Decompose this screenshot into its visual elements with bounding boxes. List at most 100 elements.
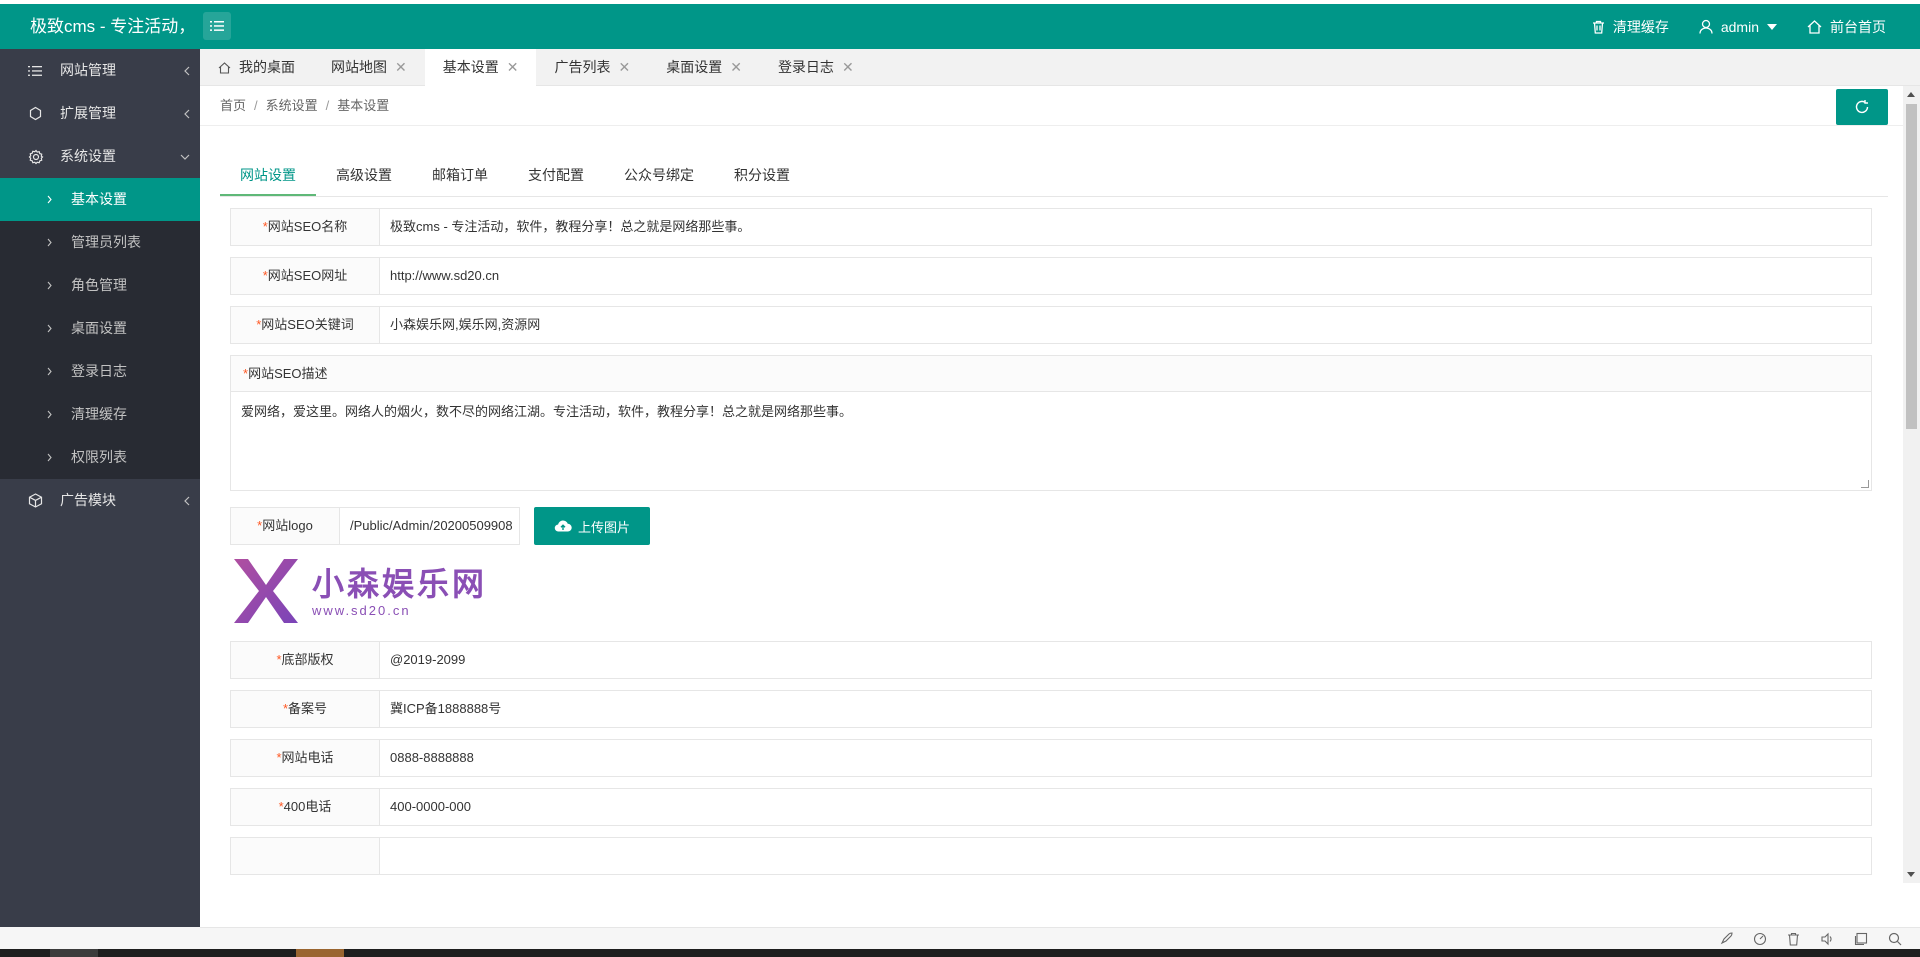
frontend-home-link[interactable]: 前台首页 [1807, 17, 1886, 37]
form-row-next-partial [230, 837, 1872, 875]
logo-path-input[interactable]: /Public/Admin/20200509908 [340, 507, 520, 545]
rocket-icon[interactable] [1719, 932, 1733, 946]
sidebar-sub-admin-list[interactable]: 管理员列表 [0, 221, 200, 264]
tab-login-log[interactable]: 登录日志 ✕ [760, 49, 872, 86]
taskbar-app-button[interactable] [50, 949, 98, 957]
close-icon[interactable]: ✕ [618, 49, 630, 86]
tab-payment-config[interactable]: 支付配置 [508, 155, 604, 196]
field-label: 网站SEO描述 [248, 366, 328, 381]
scroll-down-arrow-icon[interactable] [1907, 872, 1915, 877]
close-icon[interactable]: ✕ [730, 49, 742, 86]
speaker-icon[interactable] [1820, 932, 1834, 946]
top-header: 极致cms - 专注活动， 清理缓存 admin 前台首页 [0, 4, 1920, 49]
tab-desktop-settings[interactable]: 桌面设置 ✕ [648, 49, 760, 86]
sidebar-footer [0, 927, 200, 949]
tab-email-orders[interactable]: 邮箱订单 [412, 155, 508, 196]
form-row-icp: *备案号 冀ICP备1888888号 [230, 690, 1872, 728]
zoom-icon[interactable] [1888, 932, 1902, 946]
form-row-phone: *网站电话 0888-8888888 [230, 739, 1872, 777]
close-icon[interactable]: ✕ [842, 49, 854, 86]
chevron-right-icon [47, 281, 52, 290]
scroll-up-arrow-icon[interactable] [1907, 92, 1915, 97]
sidebar-sub-label: 基本设置 [71, 191, 127, 207]
form-row-logo: *网站logo /Public/Admin/20200509908 上传图片 [230, 507, 1872, 545]
sidebar-sub-label: 桌面设置 [71, 320, 127, 336]
tab-wechat-binding[interactable]: 公众号绑定 [604, 155, 714, 196]
tab-label: 基本设置 [442, 59, 499, 75]
logo-preview: 小森娱乐网 www.sd20.cn [230, 555, 1872, 627]
sidebar-item-ad-module[interactable]: 广告模块 [0, 479, 200, 522]
sidebar-sub-label: 角色管理 [71, 277, 127, 293]
chevron-right-icon [47, 238, 52, 247]
phone400-input[interactable]: 400-0000-000 [380, 788, 1872, 826]
sidebar-sub-clear-cache[interactable]: 清理缓存 [0, 393, 200, 436]
tab-sitemap[interactable]: 网站地图 ✕ [313, 49, 425, 86]
next-field-input[interactable] [380, 837, 1872, 875]
sidebar-sub-permission-list[interactable]: 权限列表 [0, 436, 200, 479]
gear-icon [28, 149, 44, 164]
chevron-right-icon [47, 195, 52, 204]
tab-points-settings[interactable]: 积分设置 [714, 155, 810, 196]
sidebar-sub-desktop-settings[interactable]: 桌面设置 [0, 307, 200, 350]
seo-desc-textarea[interactable]: 爱网络，爱这里。网络人的烟火，数不尽的网络江湖。专注活动，软件，教程分享！总之就… [231, 392, 1871, 490]
sidebar-item-system-settings[interactable]: 系统设置 [0, 135, 200, 178]
field-label: 备案号 [288, 701, 328, 716]
tab-basic-settings[interactable]: 基本设置 ✕ [424, 49, 537, 86]
vertical-scrollbar[interactable] [1903, 86, 1920, 883]
sidebar-item-site-management[interactable]: 网站管理 [0, 49, 200, 92]
scrollbar-thumb[interactable] [1906, 104, 1917, 429]
breadcrumb-system-settings[interactable]: 系统设置 [266, 98, 318, 113]
seo-url-input[interactable]: http://www.sd20.cn [380, 257, 1872, 295]
speedometer-icon[interactable] [1753, 932, 1767, 946]
icp-input[interactable]: 冀ICP备1888888号 [380, 690, 1872, 728]
browser-status-bar [200, 927, 1920, 949]
field-label: 网站SEO网址 [267, 268, 348, 283]
clear-cache-button[interactable]: 清理缓存 [1592, 17, 1669, 37]
sidebar-sub-login-log[interactable]: 登录日志 [0, 350, 200, 393]
window-icon[interactable] [1854, 932, 1868, 946]
phone-input[interactable]: 0888-8888888 [380, 739, 1872, 777]
tab-label: 广告列表 [554, 59, 611, 75]
brand-url: www.sd20.cn [312, 602, 411, 618]
close-icon[interactable]: ✕ [507, 49, 519, 86]
cloud-upload-icon [554, 520, 572, 532]
tab-advanced-settings[interactable]: 高级设置 [316, 155, 412, 196]
copyright-input[interactable]: @2019-2099 [380, 641, 1872, 679]
chevron-right-icon [47, 410, 52, 419]
trash-icon [1592, 20, 1604, 34]
user-menu[interactable]: admin [1699, 19, 1777, 35]
settings-form: *网站SEO名称 极致cms - 专注活动，软件，教程分享！总之就是网络那些事。… [230, 208, 1872, 875]
trash-icon[interactable] [1787, 932, 1800, 946]
tab-my-desktop[interactable]: 我的桌面 [200, 49, 313, 86]
home-icon [218, 61, 231, 74]
brand-name: 小森娱乐网 [312, 565, 488, 602]
seo-name-input[interactable]: 极致cms - 专注活动，软件，教程分享！总之就是网络那些事。 [380, 208, 1872, 246]
settings-content: 网站设置 高级设置 邮箱订单 支付配置 公众号绑定 积分设置 *网站SEO名称 … [220, 155, 1888, 883]
form-row-400-phone: *400电话 400-0000-000 [230, 788, 1872, 826]
sidebar-item-label: 扩展管理 [60, 105, 116, 121]
chevron-right-icon [47, 453, 52, 462]
taskbar-app-button[interactable] [296, 949, 344, 957]
tab-site-settings[interactable]: 网站设置 [220, 155, 316, 196]
resize-handle[interactable] [1861, 480, 1869, 488]
chevron-left-icon [184, 66, 190, 75]
sidebar-sub-label: 登录日志 [71, 363, 127, 379]
close-icon[interactable]: ✕ [395, 49, 407, 86]
breadcrumb-home[interactable]: 首页 [220, 98, 246, 113]
field-label: 底部版权 [281, 652, 334, 667]
sidebar-sub-basic-settings[interactable]: 基本设置 [0, 178, 200, 221]
field-label: 网站SEO关键词 [261, 317, 354, 332]
field-label: 网站SEO名称 [267, 219, 348, 234]
sidebar-item-label: 系统设置 [60, 148, 116, 164]
field-label: 400电话 [283, 799, 332, 814]
sidebar-toggle-button[interactable] [203, 12, 231, 40]
refresh-button[interactable] [1836, 89, 1888, 125]
sidebar-item-extension-management[interactable]: 扩展管理 [0, 92, 200, 135]
upload-image-button[interactable]: 上传图片 [534, 507, 651, 545]
brand-x-icon [234, 559, 298, 623]
sidebar-sub-role-management[interactable]: 角色管理 [0, 264, 200, 307]
tab-ad-list[interactable]: 广告列表 ✕ [536, 49, 648, 86]
form-row-seo-keywords: *网站SEO关键词 小森娱乐网,娱乐网,资源网 [230, 306, 1872, 344]
system-settings-submenu: 基本设置 管理员列表 角色管理 桌面设置 登录日志 清理缓存 权限列表 [0, 178, 200, 479]
seo-keywords-input[interactable]: 小森娱乐网,娱乐网,资源网 [380, 306, 1872, 344]
